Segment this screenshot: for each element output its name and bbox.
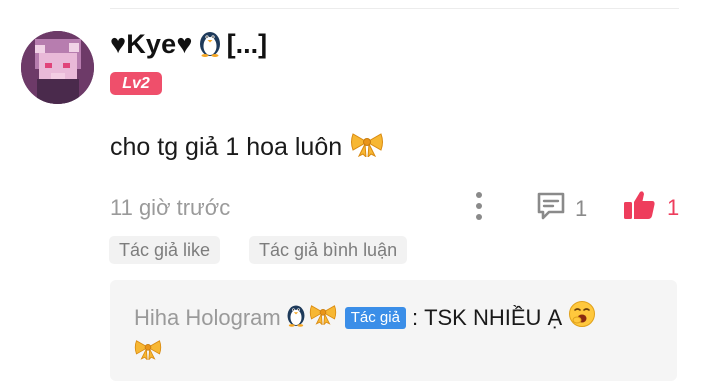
more-dot bbox=[476, 214, 482, 220]
author-reply-box[interactable]: Hiha Hologram Tác giả: TSK NHIỀU Ạ bbox=[110, 280, 677, 381]
penguin-icon bbox=[285, 301, 307, 335]
tag-author-liked: Tác giả like bbox=[109, 236, 221, 264]
ribbon-bow-icon bbox=[134, 338, 162, 368]
penguin-icon bbox=[197, 27, 223, 62]
username-truncation: [...] bbox=[226, 29, 268, 59]
reply-separator: : bbox=[411, 305, 419, 330]
reply-button[interactable]: 1 bbox=[535, 190, 587, 227]
reply-line-continued bbox=[134, 338, 653, 366]
username[interactable]: ♥Kye♥ bbox=[110, 29, 193, 60]
reply-text: TSK NHIỀU Ạ bbox=[424, 305, 563, 330]
like-count: 1 bbox=[667, 194, 680, 220]
comment-header: ♥Kye♥ [...] bbox=[110, 27, 267, 62]
comment-bubble-icon bbox=[535, 190, 567, 227]
more-dot bbox=[476, 192, 482, 198]
more-vertical-icon[interactable] bbox=[468, 190, 490, 222]
comment-text: cho tg giả 1 hoa luôn bbox=[110, 133, 343, 161]
reply-count: 1 bbox=[575, 195, 588, 221]
tag-author-commented: Tác giả bình luận bbox=[249, 236, 408, 264]
top-divider bbox=[110, 8, 679, 9]
ribbon-bow-icon bbox=[350, 131, 384, 164]
thumbs-up-icon bbox=[623, 189, 657, 226]
comment-timestamp: 11 giờ trước bbox=[110, 195, 231, 220]
author-badge: Tác giả bbox=[344, 307, 406, 329]
user-avatar[interactable] bbox=[21, 31, 94, 104]
reply-author-name[interactable]: Hiha Hologram bbox=[134, 303, 281, 333]
more-dot bbox=[476, 203, 482, 209]
reply-line: Hiha Hologram Tác giả: TSK NHIỀU Ạ bbox=[134, 300, 653, 336]
ribbon-bow-icon bbox=[309, 303, 337, 333]
level-badge: Lv2 bbox=[110, 72, 162, 95]
comment-body: cho tg giả 1 hoa luôn bbox=[110, 131, 384, 164]
like-button[interactable]: 1 bbox=[623, 189, 679, 226]
yawning-face-icon bbox=[568, 300, 596, 336]
